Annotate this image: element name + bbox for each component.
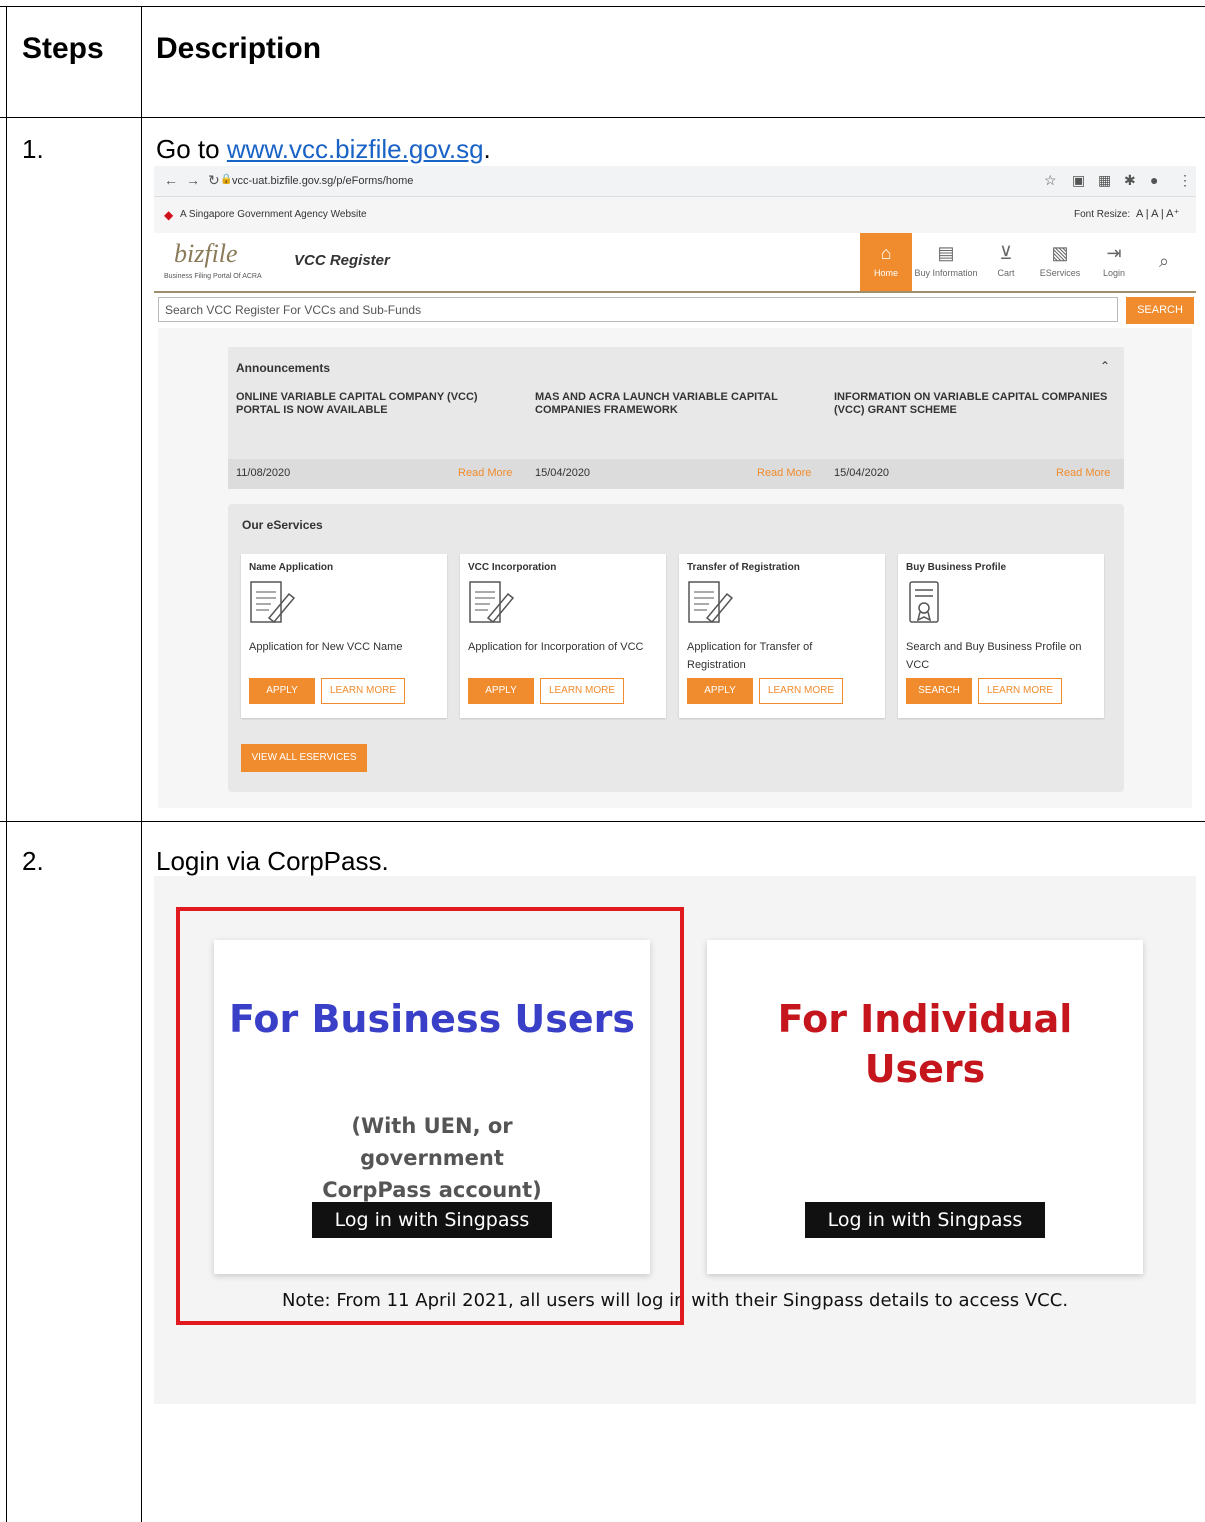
nav-label: Home	[873, 268, 898, 278]
extension-icon[interactable]: ▦	[1098, 172, 1111, 189]
corppass-login-screenshot: For Business Users (With UEN, or governm…	[154, 876, 1196, 1404]
eservice-card: Buy Business Profile Search and Buy Busi…	[898, 554, 1104, 718]
apply-button[interactable]: APPLY	[249, 678, 315, 704]
lock-icon: 🔒	[220, 174, 233, 185]
bizfile-link[interactable]: www.vcc.bizfile.gov.sg	[227, 134, 484, 164]
view-all-eservices-button[interactable]: VIEW ALL ESERVICES	[241, 744, 367, 772]
search-button[interactable]: SEARCH	[1126, 297, 1194, 324]
card-title: Transfer of Registration	[687, 562, 800, 573]
form-pencil-icon	[688, 581, 734, 624]
announcements-panel: Announcements ⌃ ONLINE VARIABLE CAPITAL …	[228, 347, 1124, 489]
font-resize-label: Font Resize:	[1074, 209, 1131, 220]
eservices-title: Our eServices	[242, 518, 323, 532]
table-row-divider	[0, 821, 1205, 822]
read-more-link[interactable]: Read More	[757, 467, 811, 479]
nav-label: EServices	[1039, 268, 1081, 278]
announcement-footer: 11/08/2020 Read More 15/04/2020 Read Mor…	[228, 459, 1124, 489]
nav-home[interactable]: ⌂ Home	[860, 233, 912, 291]
eservices-panel: Our eServices Name Application Applicati…	[228, 504, 1124, 792]
gov-banner-text: A Singapore Government Agency Website	[180, 209, 367, 220]
announcement-date: 15/04/2020	[834, 467, 890, 479]
apply-button[interactable]: APPLY	[468, 678, 534, 704]
highlight-box	[176, 907, 684, 1325]
eservice-card: Transfer of Registration Application for…	[679, 554, 885, 718]
learn-more-button[interactable]: LEARN MORE	[540, 678, 624, 704]
description-text: Go to	[156, 134, 227, 164]
eservice-card: VCC Incorporation Application for Incorp…	[460, 554, 666, 718]
announcement-headline[interactable]: MAS AND ACRA LAUNCH VARIABLE CAPITAL COM…	[535, 391, 815, 417]
font-resize-controls[interactable]: A | A | A⁺	[1136, 207, 1179, 220]
nav-cart[interactable]: ⊻ Cart	[980, 233, 1032, 291]
announcements-title: Announcements	[236, 361, 331, 375]
individual-users-card: For Individual Users Log in with Singpas…	[707, 940, 1143, 1274]
lion-head-icon: ◆	[164, 208, 174, 222]
forward-icon[interactable]: →	[186, 172, 200, 188]
learn-more-button[interactable]: LEARN MORE	[978, 678, 1062, 704]
nav-eservices[interactable]: ▧ EServices	[1034, 233, 1086, 291]
nav-buy-information[interactable]: ▤ Buy Information	[914, 233, 978, 291]
announcement-date: 15/04/2020	[535, 467, 591, 479]
individual-users-title: For Individual Users	[777, 997, 1073, 1091]
step-description: Go to www.vcc.bizfile.gov.sg.	[156, 134, 491, 165]
card-title: VCC Incorporation	[468, 562, 557, 573]
form-pencil-icon	[250, 581, 296, 624]
nav-label: Login	[1102, 268, 1126, 278]
form-pencil-icon	[469, 581, 515, 624]
reload-icon[interactable]: ↻	[208, 172, 220, 189]
learn-more-button[interactable]: LEARN MORE	[321, 678, 405, 704]
search-input[interactable]: Search VCC Register For VCCs and Sub-Fun…	[158, 297, 1118, 322]
nav-label: Buy Information	[914, 268, 978, 278]
bizfile-homepage-screenshot: ← → ↻ 🔒 vcc-uat.bizfile.gov.sg/p/eForms/…	[154, 166, 1196, 808]
logo-subtitle: Business Filing Portal Of ACRA	[164, 273, 262, 280]
header-steps: Steps	[22, 32, 104, 65]
step-description: Login via CorpPass.	[156, 846, 389, 876]
singpass-login-button[interactable]: Log in with Singpass	[805, 1202, 1045, 1238]
certificate-icon	[909, 581, 939, 623]
card-description: Application for Incorporation of VCC	[468, 641, 644, 653]
back-icon[interactable]: ←	[164, 172, 178, 188]
cart-icon: ⊻	[999, 243, 1013, 263]
search-icon[interactable]: ⌕	[1159, 251, 1169, 272]
bizfile-logo[interactable]: bizfile	[174, 239, 238, 269]
apply-button[interactable]: APPLY	[687, 678, 753, 704]
read-more-link[interactable]: Read More	[1056, 467, 1110, 479]
address-bar[interactable]: vcc-uat.bizfile.gov.sg/p/eForms/home	[232, 171, 582, 191]
step-number: 2.	[22, 846, 44, 876]
eservice-card: Name Application Application for New VCC…	[241, 554, 447, 718]
learn-more-button[interactable]: LEARN MORE	[759, 678, 843, 704]
announcement-headline[interactable]: INFORMATION ON VARIABLE CAPITAL COMPANIE…	[834, 391, 1114, 417]
card-description: Search and Buy Business Profile on VCC	[906, 641, 1082, 671]
card-title: Buy Business Profile	[906, 562, 1007, 573]
step-number: 1.	[22, 134, 44, 164]
card-title: Name Application	[249, 562, 334, 573]
menu-icon[interactable]: ⋮	[1178, 172, 1192, 189]
site-title: VCC Register	[294, 252, 390, 269]
site-header: bizfile Business Filing Portal Of ACRA V…	[154, 233, 1196, 293]
table-column-divider	[141, 6, 142, 1522]
star-icon[interactable]: ☆	[1044, 172, 1057, 189]
extension-icon[interactable]: ▣	[1072, 172, 1085, 189]
announcement-headline[interactable]: ONLINE VARIABLE CAPITAL COMPANY (VCC) PO…	[236, 391, 516, 417]
profile-icon[interactable]: ●	[1150, 172, 1158, 188]
form-icon: ▧	[1051, 243, 1069, 263]
home-icon: ⌂	[880, 243, 892, 263]
nav-label: Cart	[997, 268, 1015, 278]
nav-login[interactable]: ⇥ Login	[1088, 233, 1140, 291]
table-border-left	[6, 6, 7, 1522]
table-row-divider	[0, 117, 1205, 118]
document-icon: ▤	[937, 243, 955, 263]
search-button[interactable]: SEARCH	[906, 678, 972, 704]
puzzle-icon[interactable]: ✱	[1124, 172, 1136, 189]
browser-toolbar: ← → ↻ 🔒 vcc-uat.bizfile.gov.sg/p/eForms/…	[154, 166, 1196, 197]
chevron-up-icon[interactable]: ⌃	[1100, 359, 1110, 373]
government-banner: ◆ A Singapore Government Agency Website …	[154, 197, 1196, 233]
read-more-link[interactable]: Read More	[458, 467, 512, 479]
header-description: Description	[156, 32, 322, 65]
card-description: Application for Transfer of Registration	[687, 641, 813, 671]
table-border-top	[0, 6, 1205, 7]
login-icon: ⇥	[1106, 243, 1122, 263]
description-text: .	[483, 134, 491, 164]
card-description: Application for New VCC Name	[249, 641, 403, 653]
announcement-date: 11/08/2020	[236, 467, 291, 479]
